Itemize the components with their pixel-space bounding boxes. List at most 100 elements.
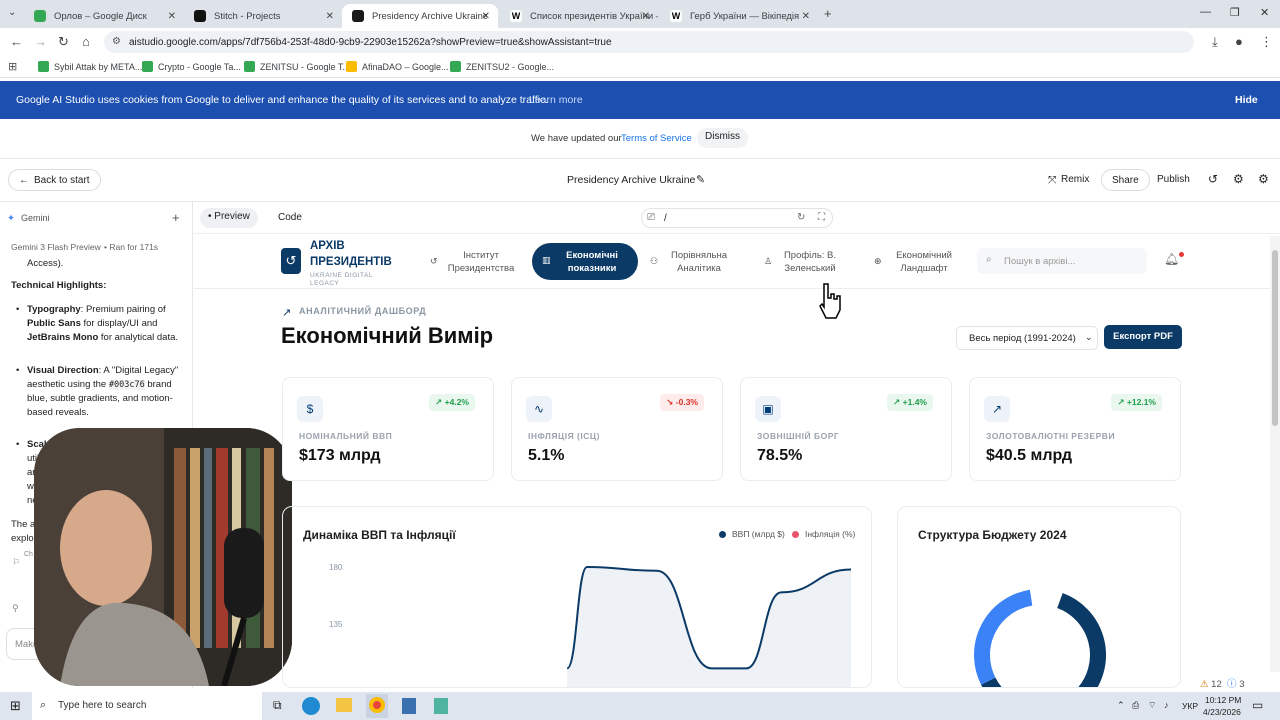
close-tab-icon[interactable]: ✕ (482, 11, 490, 22)
archive-search-input[interactable]: ⌕ Пошук в архіві... (977, 248, 1147, 274)
chrome-icon[interactable] (369, 697, 385, 713)
bookmark-item[interactable]: ZENITSU2 - Google... (450, 61, 554, 72)
language-indicator[interactable]: УКР (1182, 701, 1198, 711)
url-text[interactable]: aistudio.google.com/apps/7df756b4-253f-4… (129, 37, 612, 48)
bookmark-item[interactable]: AfinaDAO – Google... (346, 61, 449, 72)
status-counts[interactable]: ⚠ 12 ⓘ 3 (1200, 676, 1244, 690)
reload-icon[interactable]: ↻ (58, 34, 69, 50)
tray-chevron-icon[interactable]: ⌃ (1117, 700, 1125, 711)
download-icon[interactable]: ⤓ (1212, 34, 1218, 50)
export-pdf-button[interactable]: Експорт PDF (1104, 325, 1182, 349)
edge-icon[interactable] (302, 697, 320, 715)
code-tab[interactable]: Code (278, 212, 302, 223)
restore-icon[interactable]: ❐ (1230, 6, 1240, 19)
close-tab-icon[interactable]: ✕ (168, 11, 176, 22)
window-close-icon[interactable]: ✕ (1260, 6, 1269, 19)
bullet: • (16, 304, 20, 315)
back-icon[interactable]: ← (10, 34, 23, 49)
donut-segment (974, 589, 1033, 685)
flag-icon[interactable]: ⚐ (12, 557, 20, 568)
app-icon[interactable] (402, 698, 416, 714)
browser-tab[interactable]: Орлов – Google Диск ✕ (24, 4, 184, 28)
cookie-text: Google AI Studio uses cookies from Googl… (16, 94, 549, 106)
bookmark-item[interactable]: Sybil Attak by META... (38, 61, 142, 72)
close-tab-icon[interactable]: ✕ (326, 11, 334, 22)
kpi-card-debt: ▣ ↗ +1.4% ЗОВНІШНІЙ БОРГ 78.5% (740, 377, 952, 481)
back-to-start-button[interactable]: ← Back to start (8, 169, 101, 191)
preview-tab[interactable]: • Preview (200, 208, 258, 228)
home-icon[interactable]: ⌂ (82, 34, 90, 49)
dismiss-button[interactable]: Dismiss (697, 128, 748, 148)
apps-grid-icon[interactable]: ⊞ (8, 60, 17, 73)
edit-pencil-icon[interactable]: ✎ (696, 173, 705, 186)
site-info-icon[interactable]: ⚙ (112, 36, 121, 47)
clock-date[interactable]: 4/23/2026 (1203, 707, 1241, 717)
remix-button[interactable]: Remix (1061, 174, 1089, 185)
change-value: +4.2% (444, 397, 469, 407)
attach-icon[interactable]: ⚲ (12, 603, 19, 614)
nav-item-profile[interactable]: ♙ Профіль: В. Зеленський (764, 249, 844, 275)
kpi-card-reserves: ↗ ↗ +12.1% ЗОЛОТОВАЛЮТНІ РЕЗЕРВИ $40.5 м… (969, 377, 1181, 481)
app-icon[interactable] (434, 698, 448, 714)
tab-search-icon[interactable]: ⌄ (8, 7, 16, 18)
publish-button[interactable]: Publish (1157, 174, 1190, 185)
network-icon[interactable]: ⎙ (1132, 700, 1139, 711)
wifi-icon[interactable]: ⌔ (1148, 700, 1156, 711)
hide-button[interactable]: Hide (1235, 94, 1258, 106)
gear-icon[interactable]: ⚙ (1258, 172, 1269, 186)
new-tab-icon[interactable]: + (824, 6, 832, 21)
browser-tab[interactable]: Stitch - Projects ✕ (184, 4, 342, 28)
path-text: / (664, 213, 667, 224)
device-icon[interactable]: ⎚ (647, 212, 655, 223)
nav-item-economics-active[interactable]: ▥ Економічні показники (532, 243, 638, 280)
browser-tab[interactable]: W Список президентів України – ✕ (500, 4, 658, 28)
nav-item-institute[interactable]: ↺ Інститут Президентства (430, 249, 520, 275)
fullscreen-icon[interactable]: ⛶ (818, 212, 825, 223)
history-icon: ↺ (430, 256, 438, 266)
gemini-sparkle-icon: ✦ (7, 213, 15, 224)
tab-title: Presidency Archive Ukraine | G (372, 10, 487, 22)
history-icon[interactable]: ↺ (1208, 172, 1218, 186)
sheets-icon (244, 61, 255, 72)
y-tick-label: 180 (329, 563, 343, 572)
preview-path-bar[interactable]: ⎚ / ↻ ⛶ (641, 208, 833, 228)
task-view-icon[interactable]: ⧉ (273, 698, 282, 713)
profile-icon[interactable]: ● (1235, 34, 1243, 49)
bookmark-label: Crypto - Google Ta... (158, 61, 241, 72)
learn-more-link[interactable]: Learn more (529, 94, 583, 106)
drive-icon (34, 10, 46, 22)
terms-link[interactable]: Terms of Service (621, 133, 692, 144)
menu-dots-icon[interactable]: ⋮ (1260, 34, 1273, 50)
volume-icon[interactable]: ♪ (1164, 700, 1169, 710)
taskbar-search[interactable]: ⌕ Type here to search (32, 692, 262, 720)
forward-icon[interactable]: → (34, 34, 47, 49)
bell-icon[interactable]: 🔔︎ (1164, 252, 1179, 266)
kpi-label: ІНФЛЯЦІЯ (ІСЦ) (528, 431, 600, 441)
share-button[interactable]: Share (1101, 169, 1150, 191)
windows-start-icon[interactable]: ⊞ (10, 698, 21, 714)
period-select[interactable]: Весь період (1991-2024) ⌄ (956, 326, 1098, 350)
browser-tab-active[interactable]: Presidency Archive Ukraine | G ✕ (342, 4, 498, 28)
close-tab-icon[interactable]: ✕ (802, 11, 810, 22)
bookmark-item[interactable]: Crypto - Google Ta... (142, 61, 241, 72)
minimize-icon[interactable]: — (1200, 6, 1211, 18)
settings-icon[interactable]: ⚙ (1233, 172, 1244, 186)
clock-time[interactable]: 10:12 PM (1205, 695, 1241, 705)
nav-item-landscape[interactable]: ⊕ Економічний Ландшафт (874, 249, 960, 275)
close-tab-icon[interactable]: ✕ (642, 11, 650, 22)
preview-scrollbar[interactable] (1270, 236, 1280, 672)
notifications-icon[interactable]: ▭ (1252, 698, 1263, 712)
bookmark-item[interactable]: ZENITSU - Google T... (244, 61, 350, 72)
panel-title: Gemini (21, 213, 50, 223)
scrollbar-thumb[interactable] (1272, 250, 1278, 426)
browser-tab[interactable]: W Герб України — Вікіпедія ✕ (660, 4, 818, 28)
change-value: +1.4% (902, 397, 927, 407)
new-chat-icon[interactable]: + (172, 210, 180, 225)
highlights-heading: Technical Highlights: (11, 280, 107, 291)
bold-label: JetBrains Mono (27, 332, 99, 343)
refresh-icon[interactable]: ↻ (797, 212, 805, 223)
file-explorer-icon[interactable] (336, 698, 352, 712)
archive-logo-icon[interactable]: ↺ (281, 248, 301, 274)
nav-item-comparative[interactable]: ⚇ Порівняльна Аналітика (650, 249, 736, 275)
kpi-label: НОМІНАЛЬНИЙ ВВП (299, 431, 393, 441)
